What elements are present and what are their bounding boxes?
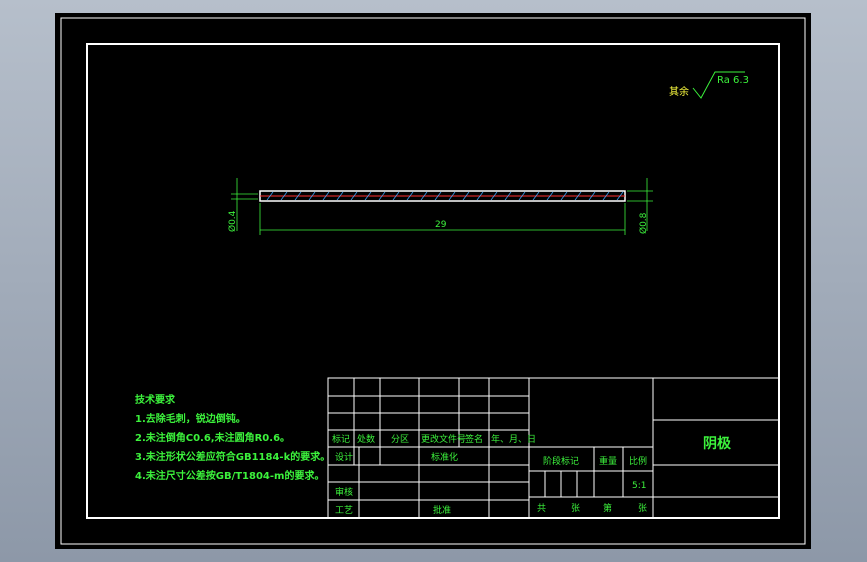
rev-header-sign: 签名 xyxy=(465,433,483,445)
note-item-3: 3.未注形状公差应符合GB1184-k的要求。 xyxy=(135,452,331,463)
notes-title: 技术要求 xyxy=(135,395,175,406)
label-stage: 阶段标记 xyxy=(543,455,579,467)
label-total: 共 xyxy=(537,503,546,514)
label-approve: 批准 xyxy=(433,504,451,516)
dim-left-diameter: Ø0.4 xyxy=(227,210,238,232)
value-scale: 5:1 xyxy=(632,481,646,491)
label-scale: 比例 xyxy=(629,455,647,467)
label-weight: 重量 xyxy=(599,455,617,467)
label-review: 审核 xyxy=(335,486,353,498)
rev-header-mark: 标记 xyxy=(332,433,350,445)
roughness-value: Ra 6.3 xyxy=(717,75,749,86)
technical-notes: 技术要求 1.去除毛刺，锐边倒钝。 2.未注倒角C0.6,未注圆角R0.6。 3… xyxy=(135,391,330,486)
roughness-symbol: 其余 Ra 6.3 xyxy=(669,71,749,99)
note-item-2: 2.未注倒角C0.6,未注圆角R0.6。 xyxy=(135,433,291,444)
part-name: 阴极 xyxy=(703,435,732,452)
rev-header-docno: 更改文件号 xyxy=(421,433,466,445)
label-sheet-unit: 张 xyxy=(638,503,647,514)
dim-length: 29 xyxy=(435,220,447,230)
rev-header-zone: 分区 xyxy=(391,434,409,445)
label-sheets: 张 xyxy=(571,503,580,514)
note-item-4: 4.未注尺寸公差按GB/T1804-m的要求。 xyxy=(135,471,325,482)
part-view xyxy=(259,190,626,202)
note-item-1: 1.去除毛刺，锐边倒钝。 xyxy=(135,414,246,425)
dim-right-diameter: Ø0.8 xyxy=(638,212,649,234)
drawing-viewport[interactable]: 其余 Ra 6.3 29 Ø0.4 Ø0.8 标记 处数 分区 更改文件号 签名… xyxy=(55,13,811,549)
roughness-prefix: 其余 xyxy=(669,85,689,98)
label-process: 工艺 xyxy=(335,505,353,516)
label-design: 设计 xyxy=(335,451,353,463)
label-sheet-no: 第 xyxy=(603,502,612,514)
rev-header-date: 年、月、日 xyxy=(491,433,536,445)
rev-header-count: 处数 xyxy=(357,433,375,445)
label-standard: 标准化 xyxy=(431,451,458,463)
